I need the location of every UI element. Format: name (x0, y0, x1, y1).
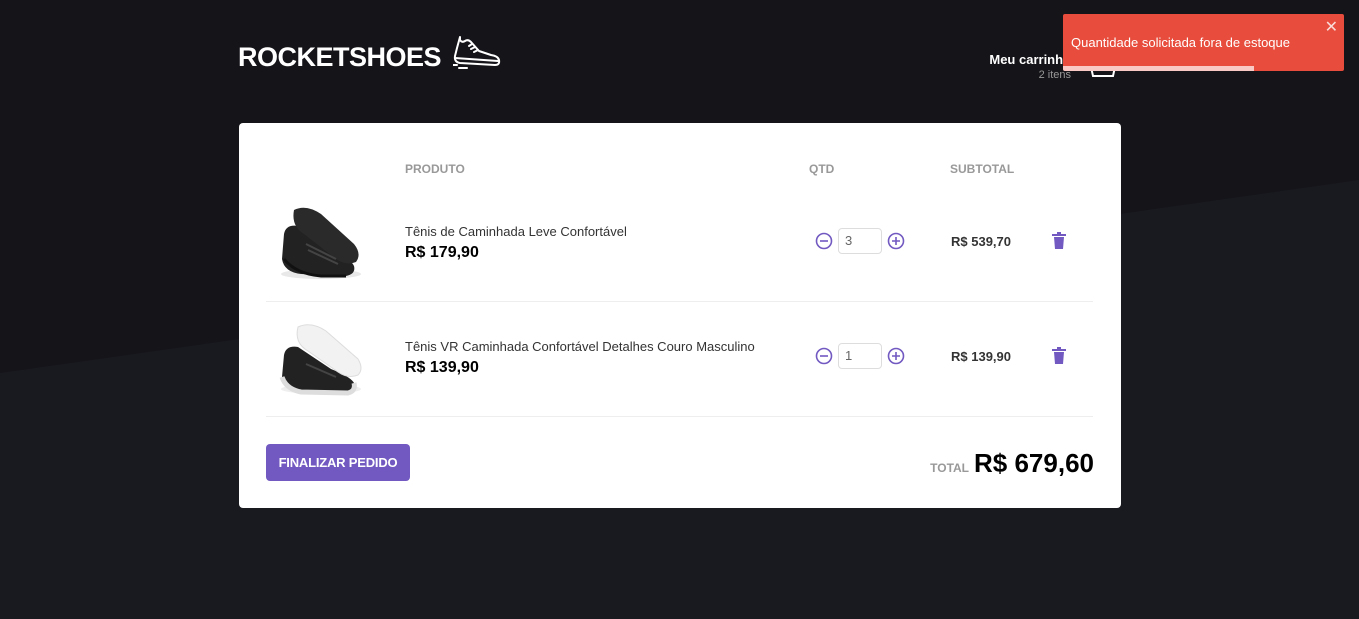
sneaker-icon (452, 34, 501, 75)
decrement-icon[interactable] (814, 231, 834, 251)
quantity-input[interactable]: 1 (838, 343, 882, 369)
header-qty: QTD (809, 162, 835, 176)
logo-link[interactable]: ROCKETSHOES (238, 36, 501, 75)
increment-icon[interactable] (886, 346, 906, 366)
product-image (276, 204, 366, 284)
product-name: Tênis VR Caminhada Confortável Detalhes … (405, 339, 755, 354)
quantity-stepper: 3 (814, 228, 906, 254)
product-name: Tênis de Caminhada Leve Confortável (405, 224, 627, 239)
increment-icon[interactable] (886, 231, 906, 251)
quantity-input[interactable]: 3 (838, 228, 882, 254)
trash-icon[interactable] (1051, 347, 1067, 365)
quantity-stepper: 1 (814, 343, 906, 369)
cart-table-card: PRODUTO QTD SUBTOTAL Tênis de Caminhada … (239, 123, 1121, 508)
cart-info: Meu carrinho 2 itens (989, 52, 1071, 81)
item-subtotal: R$ 539,70 (951, 234, 1011, 249)
product-price: R$ 179,90 (405, 244, 479, 261)
cart-title: Meu carrinho (989, 52, 1071, 67)
table-row: Tênis de Caminhada Leve Confortável R$ 1… (266, 186, 1093, 302)
checkout-button[interactable]: FINALIZAR PEDIDO (266, 444, 410, 481)
trash-icon[interactable] (1051, 232, 1067, 250)
cart-count: 2 itens (1038, 69, 1071, 81)
header-product: PRODUTO (405, 162, 465, 176)
header: ROCKETSHOES Meu carrinho 2 itens (238, 36, 1121, 90)
item-subtotal: R$ 139,90 (951, 349, 1011, 364)
header-subtotal: SUBTOTAL (950, 162, 1015, 176)
brand-name: ROCKETSHOES (238, 42, 442, 72)
product-image (276, 319, 366, 399)
product-price: R$ 139,90 (405, 359, 479, 376)
close-icon[interactable]: ✕ (1325, 20, 1338, 36)
total-label: TOTAL (930, 461, 970, 475)
toast-message: Quantidade solicitada fora de estoque (1071, 35, 1290, 50)
decrement-icon[interactable] (814, 346, 834, 366)
total: TOTAL R$ 679,60 (930, 448, 1094, 479)
error-toast[interactable]: Quantidade solicitada fora de estoque ✕ (1063, 14, 1344, 71)
total-value: R$ 679,60 (974, 448, 1094, 478)
table-row: Tênis VR Caminhada Confortável Detalhes … (266, 301, 1093, 417)
toast-progress-bar (1063, 66, 1255, 71)
